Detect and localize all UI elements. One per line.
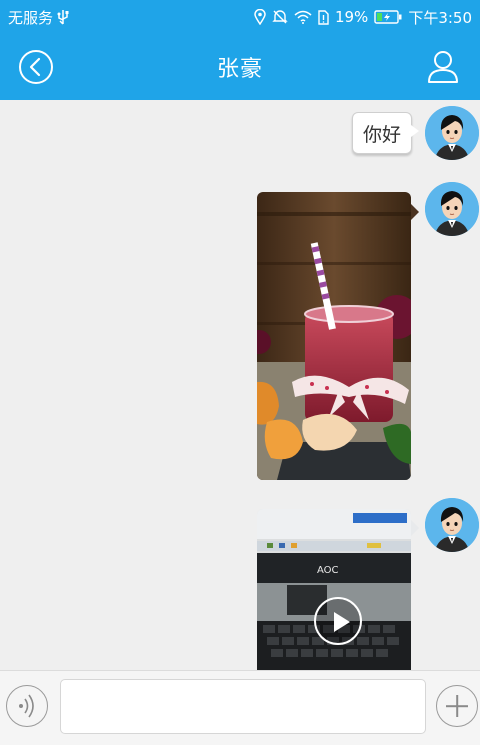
bubble-tail xyxy=(411,520,419,536)
location-icon xyxy=(254,9,266,25)
voice-icon xyxy=(19,694,34,718)
back-circle-icon xyxy=(19,50,53,84)
chat-header: 张豪 xyxy=(0,34,480,100)
contact-profile-button[interactable] xyxy=(426,49,460,85)
carrier-label: 无服务 xyxy=(8,8,54,27)
silent-icon xyxy=(272,9,288,25)
bubble-tail xyxy=(411,204,419,220)
sim-icon xyxy=(318,9,329,25)
status-bar: 无服务 19% 下午3:50 xyxy=(0,0,480,34)
back-button[interactable] xyxy=(18,49,54,85)
video-thumbnail[interactable]: AOC xyxy=(257,509,411,670)
message-input[interactable] xyxy=(60,679,426,734)
wifi-icon xyxy=(294,10,312,24)
plus-icon[interactable] xyxy=(436,685,478,727)
message-list[interactable]: 你好 AOC xyxy=(0,100,480,670)
usb-icon xyxy=(57,9,69,25)
message-bubble[interactable]: 你好 xyxy=(351,112,420,154)
input-bar xyxy=(0,670,480,745)
avatar[interactable] xyxy=(425,498,479,552)
battery-icon xyxy=(374,10,402,24)
avatar[interactable] xyxy=(425,182,479,236)
image-thumbnail[interactable] xyxy=(257,192,411,480)
battery-percent: 19% xyxy=(334,8,369,26)
person-icon xyxy=(428,51,458,83)
voice-button[interactable] xyxy=(6,685,48,727)
clock: 下午3:50 xyxy=(408,8,472,27)
message-text-content: 你好 xyxy=(362,123,401,146)
play-icon[interactable] xyxy=(314,597,362,645)
avatar[interactable] xyxy=(425,106,479,160)
monitor-brand: AOC xyxy=(317,565,339,576)
chat-title: 张豪 xyxy=(216,57,263,82)
